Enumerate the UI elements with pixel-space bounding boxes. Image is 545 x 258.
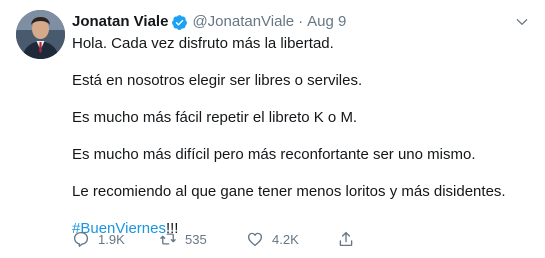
tweet-paragraph: Está en nosotros elegir ser libres o ser… xyxy=(72,72,363,89)
reply-icon xyxy=(73,231,89,247)
author-handle[interactable]: @JonatanViale xyxy=(192,12,294,32)
like-icon xyxy=(247,232,263,247)
tweet-paragraph: Hola. Cada vez disfruto más la libertad. xyxy=(72,35,334,52)
retweet-count: 535 xyxy=(185,231,207,247)
reply-button[interactable]: 1.9K xyxy=(72,229,125,249)
verified-badge-icon xyxy=(172,14,188,30)
avatar-image xyxy=(16,10,65,59)
tweet-paragraph: Es mucho más fácil repetir el libreto K … xyxy=(72,109,358,126)
tweet-actions: 1.9K 535 4.2K xyxy=(72,229,372,249)
retweet-icon xyxy=(160,233,176,245)
avatar[interactable] xyxy=(16,10,65,59)
reply-count: 1.9K xyxy=(98,231,125,247)
tweet-paragraph: Es mucho más difícil pero más reconforta… xyxy=(72,146,476,163)
tweet-header: Jonatan Viale @JonatanViale · Aug 9 xyxy=(72,12,346,32)
separator-dot: · xyxy=(298,13,304,30)
share-button[interactable] xyxy=(337,229,355,249)
tweet-card[interactable]: Jonatan Viale @JonatanViale · Aug 9 Hola… xyxy=(0,0,545,258)
chevron-down-icon[interactable] xyxy=(515,15,529,29)
share-icon xyxy=(339,231,353,247)
like-count: 4.2K xyxy=(272,231,299,247)
tweet-text: Hola. Cada vez disfruto más la libertad.… xyxy=(72,34,527,239)
tweet-paragraph: Le recomiendo al que gane tener menos lo… xyxy=(72,183,506,200)
tweet-date[interactable]: Aug 9 xyxy=(307,12,346,32)
author-name[interactable]: Jonatan Viale xyxy=(72,12,168,32)
retweet-button[interactable]: 535 xyxy=(159,229,207,249)
like-button[interactable]: 4.2K xyxy=(246,229,299,249)
